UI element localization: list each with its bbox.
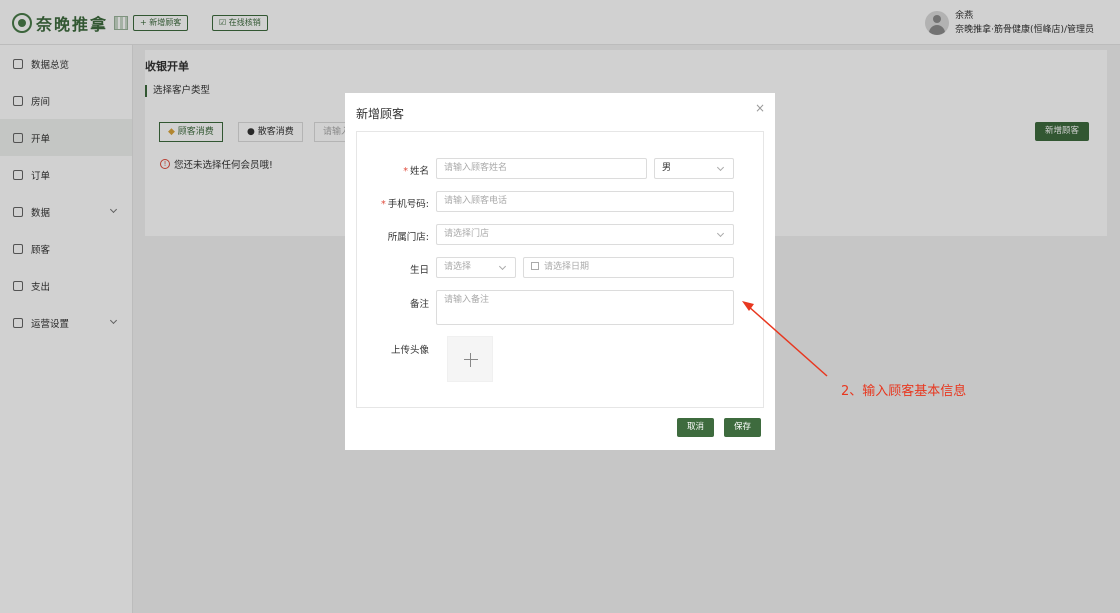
annotation-arrow <box>742 301 828 377</box>
annotation-text: 2、输入顾客基本信息 <box>841 384 967 399</box>
